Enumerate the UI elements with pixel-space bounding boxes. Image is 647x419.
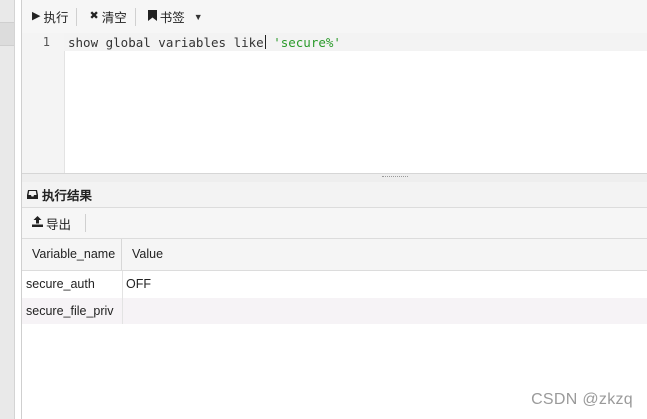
execute-label: 执行: [43, 11, 69, 25]
export-button[interactable]: 导出: [26, 212, 77, 234]
close-icon: ✖: [89, 10, 99, 22]
code-keywords: show global variables like: [68, 35, 264, 50]
variable-name-cell: secure_auth: [26, 277, 95, 291]
table-row[interactable]: secure_auth OFF: [22, 271, 647, 297]
results-panel-header: 执行结果: [22, 182, 647, 208]
bookmark-label: 书签: [159, 11, 185, 25]
left-panel-edge: [0, 0, 15, 419]
toolbar-divider: [76, 7, 78, 26]
results-grid-header: Variable_name Value: [22, 239, 647, 271]
sql-editor[interactable]: 1 show global variables like 'secure%': [22, 33, 647, 204]
left-panel-handle[interactable]: [0, 22, 14, 46]
bookmark-button[interactable]: 书签 ▼: [142, 6, 209, 28]
results-title: 执行结果: [42, 189, 93, 203]
line-number: 1: [42, 35, 50, 49]
editor-toolbar: ▶ 执行 ✖ 清空 书签 ▼: [22, 0, 647, 34]
play-icon: ▶: [32, 10, 41, 22]
table-row[interactable]: secure_file_priv: [22, 298, 647, 324]
export-label: 导出: [46, 217, 72, 232]
toolbar-divider: [134, 7, 136, 26]
code-string-literal: 'secure%': [273, 35, 341, 50]
value-cell: OFF: [126, 277, 151, 291]
variable-name-cell: secure_file_priv: [26, 304, 114, 318]
upload-icon: [32, 216, 43, 230]
code-line-1[interactable]: show global variables like 'secure%': [68, 35, 341, 50]
text-cursor: [264, 35, 266, 49]
execute-button[interactable]: ▶ 执行: [26, 6, 74, 28]
column-header-variable-name[interactable]: Variable_name: [22, 239, 122, 270]
bookmark-icon: [147, 9, 157, 24]
value-cell: [126, 298, 326, 324]
inbox-icon: [27, 188, 38, 202]
chevron-down-icon[interactable]: ▼: [194, 12, 203, 22]
query-workspace: ▶ 执行 ✖ 清空 书签 ▼ 1 show global variables l…: [21, 0, 647, 419]
watermark: CSDN @zkzq: [531, 391, 633, 408]
results-toolbar: 导出: [22, 208, 647, 239]
line-number-gutter: 1: [22, 33, 65, 173]
column-header-value[interactable]: Value: [122, 239, 332, 270]
toolbar-divider: [85, 214, 87, 232]
column-divider: [122, 271, 123, 324]
clear-button[interactable]: ✖ 清空: [83, 6, 132, 28]
clear-label: 清空: [101, 11, 127, 25]
splitter-grip: [382, 176, 408, 179]
